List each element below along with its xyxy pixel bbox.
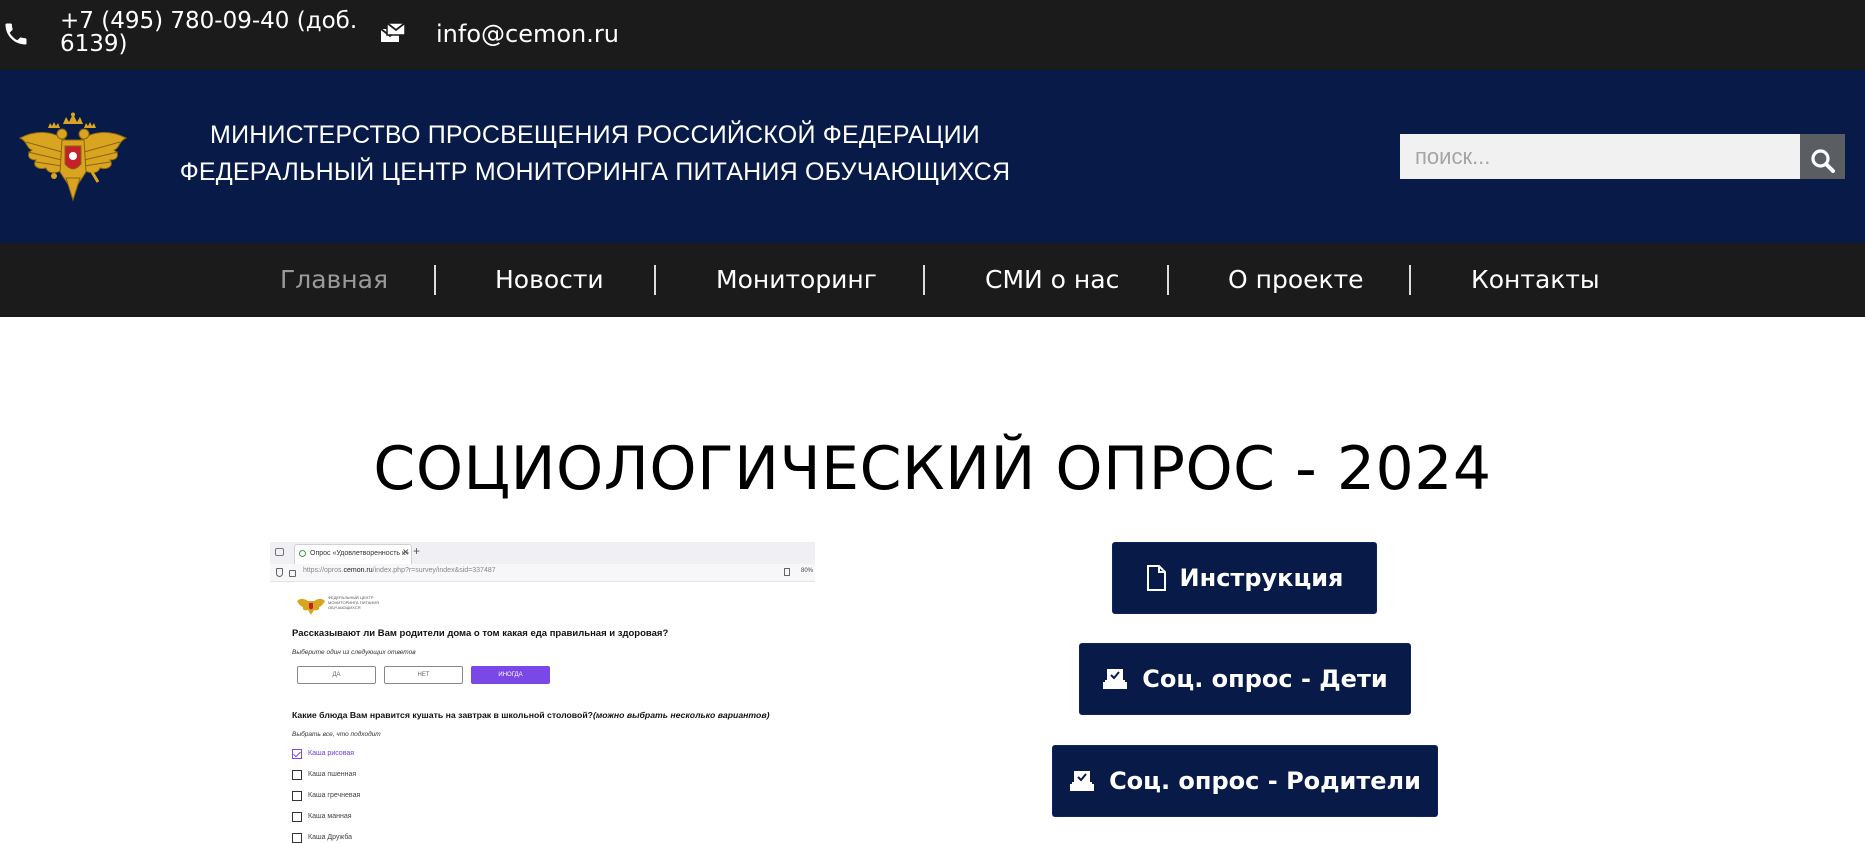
survey-preview-image: Опрос «Удовлетворенность к» ✕ + https://… xyxy=(270,542,815,843)
search-input[interactable] xyxy=(1400,134,1800,179)
browser-tab: Опрос «Удовлетворенность к» xyxy=(294,544,412,564)
survey-parents-button-label: Соц. опрос - Родители xyxy=(1109,767,1421,795)
email-link[interactable]: info@cemon.ru xyxy=(436,20,619,48)
survey-question-1-hint: Выберите один из следующих ответов xyxy=(292,649,416,656)
checkbox-icon xyxy=(292,812,302,822)
survey-parents-button[interactable]: Соц. опрос - Родители xyxy=(1052,745,1438,817)
option-label: Каша манная xyxy=(308,813,352,820)
nav-divider xyxy=(1167,265,1169,295)
phone-number[interactable]: +7 (495) 780-09-40 (доб. 6139) xyxy=(60,10,360,56)
survey-question-1: Рассказывают ли Вам родители дома о том … xyxy=(292,628,669,639)
search-button[interactable] xyxy=(1800,134,1845,179)
survey-question-2: Какие блюда Вам нравится кушать на завтр… xyxy=(292,710,770,720)
checkbox-icon xyxy=(292,770,302,780)
answer-sometimes: ИНОГДА xyxy=(471,666,550,684)
mini-org-name: ФЕДЕРАЛЬНЫЙ ЦЕНТР МОНИТОРИНГА ПИТАНИЯ ОБ… xyxy=(328,595,380,610)
mini-emblem-icon xyxy=(297,598,325,615)
nav-item-news[interactable]: Новости xyxy=(495,243,604,317)
nav-item-about[interactable]: О проекте xyxy=(1228,243,1364,317)
vote-box-icon xyxy=(1070,771,1095,791)
site-header: МИНИСТЕРСТВО ПРОСВЕЩЕНИЯ РОССИЙСКОЙ ФЕДЕ… xyxy=(0,70,1865,243)
header-title-center: ФЕДЕРАЛЬНЫЙ ЦЕНТР МОНИТОРИНГА ПИТАНИЯ ОБ… xyxy=(179,158,1011,186)
phone-icon xyxy=(5,23,27,45)
nav-divider xyxy=(654,265,656,295)
nav-item-monitoring[interactable]: Мониторинг xyxy=(716,243,877,317)
survey-kids-button[interactable]: Соц. опрос - Дети xyxy=(1079,643,1411,715)
option-label: Каша рисовая xyxy=(308,750,355,757)
option-label: Каша пшенная xyxy=(308,771,357,778)
mail-stack-icon xyxy=(380,22,406,42)
page-heading: СОЦИОЛОГИЧЕСКИЙ ОПРОС - 2024 xyxy=(373,434,1492,504)
nav-item-media[interactable]: СМИ о нас xyxy=(985,243,1119,317)
search-icon xyxy=(1810,149,1835,173)
close-icon: ✕ xyxy=(402,547,410,557)
checkbox-icon xyxy=(292,791,302,801)
browser-url-bar: https://opros.cemon.ru/index.php?r=surve… xyxy=(270,564,815,582)
top-contact-bar: +7 (495) 780-09-40 (доб. 6139) info@cemo… xyxy=(0,0,1865,70)
document-icon xyxy=(1146,565,1166,591)
header-title-ministry: МИНИСТЕРСТВО ПРОСВЕЩЕНИЯ РОССИЙСКОЙ ФЕДЕ… xyxy=(210,121,980,149)
nav-divider xyxy=(434,265,436,295)
zoom-level: 80% xyxy=(801,568,814,574)
option-label: Каша гречневая xyxy=(308,792,361,799)
nav-divider xyxy=(923,265,925,295)
lock-icon xyxy=(289,570,296,577)
instruction-button[interactable]: Инструкция xyxy=(1112,542,1377,614)
instruction-button-label: Инструкция xyxy=(1179,564,1344,592)
url-text: https://opros.cemon.ru/index.php?r=surve… xyxy=(303,567,496,574)
vote-box-icon xyxy=(1103,669,1128,689)
nav-item-home[interactable]: Главная xyxy=(280,243,388,317)
survey-kids-button-label: Соц. опрос - Дети xyxy=(1142,665,1388,693)
tab-favicon-icon xyxy=(299,550,306,557)
checkbox-checked-icon xyxy=(292,749,302,759)
russian-coat-of-arms-emblem[interactable] xyxy=(18,112,128,204)
option-label: Каша Дружба xyxy=(308,834,353,841)
survey-question-2-hint: Выбрать все, что подходит xyxy=(292,731,381,738)
answer-no: НЕТ xyxy=(384,666,463,684)
nav-divider xyxy=(1409,265,1411,295)
plus-icon: + xyxy=(413,544,421,558)
browser-tab-bar: Опрос «Удовлетворенность к» ✕ + xyxy=(270,542,815,564)
shield-icon xyxy=(276,568,283,577)
nav-item-contacts[interactable]: Контакты xyxy=(1471,243,1600,317)
reader-icon xyxy=(784,568,790,576)
main-navigation: Главная Новости Мониторинг СМИ о нас О п… xyxy=(0,243,1865,317)
answer-yes: ДА xyxy=(297,666,376,684)
checkbox-icon xyxy=(292,833,302,843)
window-icon xyxy=(275,548,284,556)
